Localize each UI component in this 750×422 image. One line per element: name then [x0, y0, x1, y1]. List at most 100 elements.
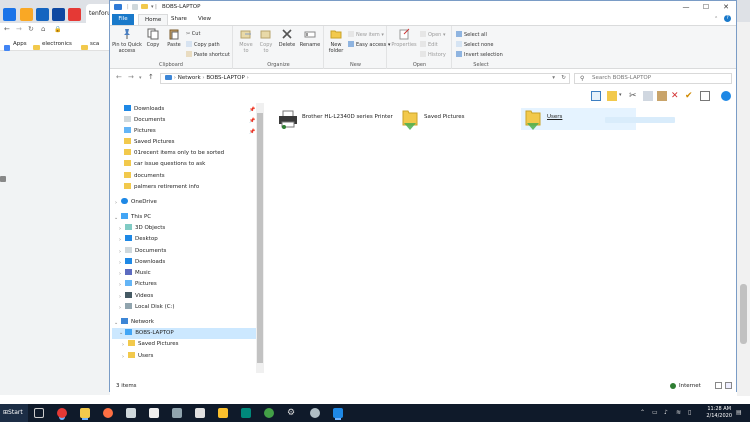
nav-palmers[interactable]: palmers retirement info	[124, 182, 199, 193]
expand-chevron-icon[interactable]: ›	[119, 282, 121, 288]
breadcrumb-network[interactable]: Network	[178, 75, 201, 81]
nav-onedrive[interactable]: OneDrive	[121, 197, 157, 208]
nav-documents[interactable]: Documents	[124, 115, 165, 126]
expand-chevron-icon[interactable]: ›	[119, 271, 121, 277]
bookmark-electronics[interactable]: electronics	[42, 41, 72, 47]
collapse-chevron-icon[interactable]: ⌄	[114, 320, 118, 326]
expand-chevron-icon[interactable]: ›	[115, 200, 117, 206]
network-tray-icon[interactable]: ▭	[652, 409, 658, 416]
globe-icon[interactable]	[721, 91, 731, 101]
expand-chevron-icon[interactable]: ›	[119, 237, 121, 243]
nav-scrollbar-thumb[interactable]	[257, 113, 263, 363]
back-arrow-icon[interactable]: ←	[116, 73, 122, 81]
app-icon[interactable]	[310, 408, 320, 418]
back-icon[interactable]: ←	[4, 25, 10, 33]
new-item-button[interactable]: New item ▾	[348, 31, 384, 38]
page-scrollbar[interactable]	[737, 22, 750, 396]
start-button[interactable]: ⊞Start	[0, 404, 28, 422]
chrome-tab-icon[interactable]	[52, 8, 65, 21]
breadcrumb-computer[interactable]: BOBS-LAPTOP	[206, 75, 244, 81]
email-icon[interactable]	[700, 91, 710, 101]
help-icon[interactable]: ?	[724, 15, 731, 22]
collapse-chevron-icon[interactable]: ⌄	[114, 215, 118, 221]
pinned-icon[interactable]: 📌	[249, 107, 255, 113]
nav-music[interactable]: Music	[125, 268, 151, 279]
pin-quick-access-button[interactable]: Pin to Quick access	[112, 28, 142, 54]
pinned-icon[interactable]: 📌	[249, 129, 255, 135]
delete-icon[interactable]: ✕	[671, 91, 681, 101]
address-dropdown-icon[interactable]: ▾	[552, 74, 555, 83]
browser-icon[interactable]	[264, 408, 274, 418]
nav-documents-folder[interactable]: documents	[124, 171, 165, 182]
history-button[interactable]: History	[420, 51, 446, 58]
pinned-icon[interactable]: 📌	[249, 118, 255, 124]
chrome-icon[interactable]	[57, 408, 67, 418]
item-saved-pictures[interactable]: Saved Pictures	[398, 108, 508, 130]
expand-chevron-icon[interactable]: ›	[119, 294, 121, 300]
explorer-titlebar[interactable]: | ▾ | BOBS-LAPTOP — ☐ ✕	[110, 1, 736, 14]
nav-downloads[interactable]: Downloads	[124, 104, 164, 115]
maximize-icon[interactable]: ☐	[696, 1, 716, 14]
nav-desktop[interactable]: Desktop	[125, 234, 158, 245]
calculator-icon[interactable]	[126, 408, 136, 418]
file-explorer-icon[interactable]	[80, 408, 90, 418]
tab-file[interactable]: File	[112, 14, 134, 25]
refresh-icon[interactable]: ↻	[561, 74, 566, 83]
bookmark-apps[interactable]: Apps	[13, 41, 27, 47]
ribbon-collapse-icon[interactable]: ⌃	[714, 16, 718, 22]
checkmark-icon[interactable]: ✔	[685, 91, 695, 101]
qat-dropdown-icon[interactable]: ▾ |	[151, 4, 157, 10]
nav-network[interactable]: Network	[121, 317, 154, 328]
chrome-tab-icon[interactable]	[36, 8, 49, 21]
move-to-button[interactable]: Move to	[237, 28, 255, 54]
address-input[interactable]: › Network › BOBS-LAPTOP › ▾ ↻	[160, 73, 570, 84]
page-scrollbar-thumb[interactable]	[740, 284, 747, 344]
nav-pc-documents[interactable]: Documents	[125, 246, 166, 257]
mail-icon[interactable]	[195, 408, 205, 418]
store-icon[interactable]	[149, 408, 159, 418]
open-button[interactable]: Open ▾	[420, 31, 445, 38]
nav-car-issue[interactable]: car issue questions to ask	[124, 159, 205, 170]
nav-pc-pictures[interactable]: Pictures	[125, 279, 157, 290]
photos-icon[interactable]	[172, 408, 182, 418]
home-icon[interactable]: ⌂	[41, 25, 45, 33]
paste-icon[interactable]	[657, 91, 667, 101]
delete-button[interactable]: Delete	[277, 28, 297, 48]
collapse-chevron-icon[interactable]: ⌄	[119, 330, 123, 336]
nav-recent-items[interactable]: 01recent items only to be sorted	[124, 148, 224, 159]
select-all-button[interactable]: Select all	[456, 31, 487, 38]
properties-button[interactable]: Properties	[391, 28, 417, 48]
cut-icon[interactable]: ✂	[629, 91, 639, 101]
large-icons-view-icon[interactable]	[725, 382, 732, 389]
expand-chevron-icon[interactable]: ›	[119, 226, 121, 232]
nav-pictures[interactable]: Pictures	[124, 126, 156, 137]
up-arrow-icon[interactable]: ↑	[148, 73, 154, 81]
task-view-icon[interactable]	[34, 408, 44, 418]
wifi-icon[interactable]: ≋	[676, 409, 681, 416]
nav-this-pc[interactable]: This PC	[121, 212, 151, 223]
nav-share-saved-pictures[interactable]: Saved Pictures	[128, 339, 179, 350]
minimize-icon[interactable]: —	[676, 1, 696, 14]
sticky-notes-icon[interactable]	[218, 408, 228, 418]
invert-selection-button[interactable]: Invert selection	[456, 51, 503, 58]
dropdown-arrow-icon[interactable]: ▾	[619, 92, 622, 98]
chrome-tab-icon[interactable]	[3, 8, 16, 21]
tab-share[interactable]: Share	[165, 14, 193, 25]
nav-share-users[interactable]: Users	[128, 351, 153, 362]
chrome-tab-icon[interactable]	[20, 8, 33, 21]
nav-pc-downloads[interactable]: Downloads	[125, 257, 165, 268]
tab-view[interactable]: View	[192, 14, 217, 25]
volume-icon[interactable]: ♪	[664, 409, 668, 416]
new-folder-icon[interactable]	[141, 4, 148, 11]
paste-button[interactable]: Paste	[164, 28, 184, 48]
battery-icon[interactable]: ▯	[688, 409, 691, 416]
paste-shortcut-button[interactable]: Paste shortcut	[186, 51, 230, 58]
expand-chevron-icon[interactable]: ›	[119, 260, 121, 266]
forward-arrow-icon[interactable]: →	[128, 73, 134, 81]
layout-pane-icon[interactable]	[591, 91, 601, 101]
firefox-icon[interactable]	[103, 408, 113, 418]
nav-saved-pictures[interactable]: Saved Pictures	[124, 137, 175, 148]
expand-chevron-icon[interactable]: ›	[122, 342, 124, 348]
cut-button[interactable]: ✂ Cut	[186, 31, 200, 37]
details-view-icon[interactable]	[715, 382, 722, 389]
